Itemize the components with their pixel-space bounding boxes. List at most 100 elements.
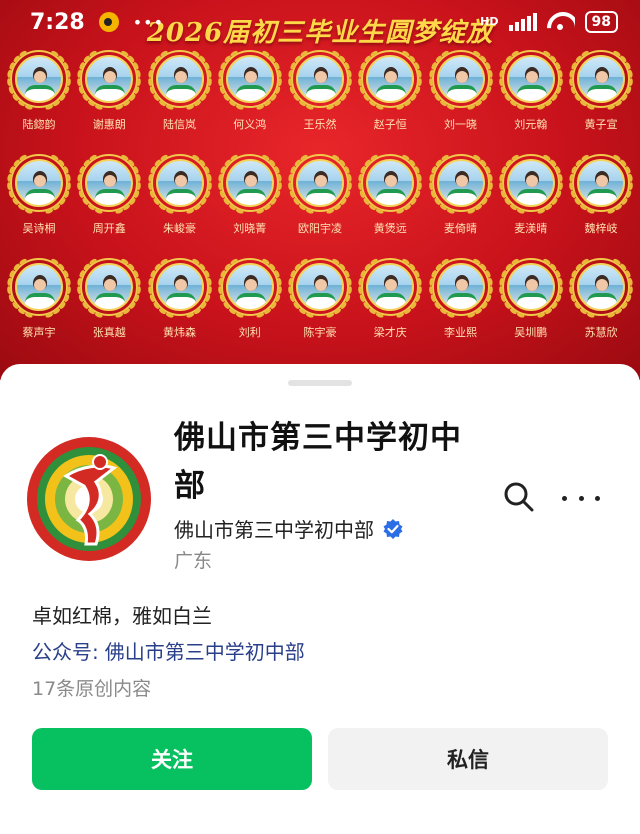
graduate-photo	[225, 263, 274, 311]
region-label: 广东	[174, 550, 213, 572]
graduate-photo	[436, 159, 485, 207]
graduate-photo	[155, 159, 204, 207]
status-bar: 7:28 ••• HD 98	[0, 0, 640, 44]
banner: 2026届初三毕业生圆梦绽放 7:28 ••• HD 98 陆鍃韵 谢惠朗 陆信岚何…	[0, 0, 640, 380]
graduate-name: 梁才庆	[373, 326, 407, 339]
verified-badge-icon	[383, 518, 403, 539]
graduate-photo	[15, 263, 63, 311]
graduate-card: 李业熙	[426, 256, 496, 360]
graduate-photo	[225, 55, 274, 103]
follow-button[interactable]: 关注	[32, 728, 312, 790]
graduate-card: 张真越	[74, 256, 144, 360]
laurel-medal	[76, 152, 142, 218]
graduate-card: 吴圳鹏	[496, 256, 566, 360]
graduate-name: 黄炜森	[163, 326, 196, 339]
account-subtitle-row: 佛山市第三中学初中部	[174, 514, 404, 543]
graduate-name: 李业熙	[444, 326, 477, 339]
graduate-name: 刘晓菁	[233, 222, 267, 235]
graduate-name: 谢惠朗	[92, 118, 126, 131]
graduate-card: 魏梓岐	[566, 152, 636, 256]
graduate-card: 朱峻豪	[145, 152, 215, 256]
graduate-row: 蔡声宇 张真越 黄炜森 刘利 陈宇豪 梁才庆 李业熙 吴圳鹏 苏慧欣	[0, 256, 640, 360]
graduate-photo	[436, 263, 485, 311]
signal-icon	[508, 13, 537, 31]
network-label: HD	[480, 15, 499, 28]
message-button[interactable]: 私信	[328, 728, 608, 790]
graduate-photo	[577, 159, 625, 207]
laurel-medal	[217, 256, 283, 322]
graduate-photo	[296, 159, 344, 207]
graduate-name: 陈宇豪	[303, 326, 337, 339]
laurel-medal	[357, 152, 423, 218]
graduate-name: 刘元翰	[514, 118, 548, 131]
account-name: 佛山市第三中学初中部	[174, 420, 462, 504]
graduate-name: 何义鸿	[233, 118, 267, 131]
search-icon[interactable]	[502, 480, 536, 514]
graduate-card: 王乐然	[285, 48, 355, 152]
graduate-card: 何义鸿	[215, 48, 285, 152]
graduate-photo	[506, 159, 555, 207]
graduate-photo	[577, 55, 625, 103]
notification-app-icon	[98, 12, 119, 32]
laurel-medal	[287, 48, 353, 114]
laurel-medal	[287, 256, 353, 322]
graduate-name: 周开鑫	[92, 222, 126, 235]
graduate-card: 赵子恒	[355, 48, 425, 152]
laurel-medal	[428, 152, 494, 218]
graduate-row: 陆鍃韵 谢惠朗 陆信岚 何义鸿 王乐然 赵子恒 刘一晓 刘元翰 黄子宣	[0, 48, 640, 152]
account-bio: 卓如红棉，雅如白兰	[32, 604, 212, 628]
graduate-photo	[296, 55, 344, 103]
wifi-icon	[547, 12, 575, 32]
graduate-photo	[15, 55, 63, 103]
graduate-name: 朱峻豪	[163, 222, 196, 235]
laurel-medal	[568, 152, 634, 218]
graduate-name: 吴圳鹏	[514, 326, 548, 339]
graduate-photo	[155, 55, 204, 103]
graduate-photo	[366, 55, 415, 103]
graduate-photo	[225, 159, 274, 207]
sheet-handle[interactable]	[288, 380, 352, 386]
graduate-photo	[155, 263, 204, 311]
graduate-photo	[506, 55, 555, 103]
graduate-card: 陆信岚	[145, 48, 215, 152]
status-dots: •••	[132, 12, 165, 32]
laurel-medal	[147, 256, 213, 322]
graduate-card: 麦渼晴	[496, 152, 566, 256]
official-account-link[interactable]: 公众号: 佛山市第三中学初中部	[32, 636, 305, 665]
graduate-name: 麦倚晴	[444, 222, 477, 235]
original-content-count[interactable]: 17条原创内容	[32, 674, 151, 701]
graduate-name: 刘一晓	[444, 118, 477, 131]
more-icon[interactable]	[562, 488, 600, 508]
laurel-medal	[217, 48, 283, 114]
graduate-grid: 陆鍃韵 谢惠朗 陆信岚 何义鸿 王乐然 赵子恒 刘一晓 刘元翰 黄子宣 吴诗桐 周开鑫 朱峻豪 刘晓菁 欧…	[0, 48, 640, 360]
graduate-name: 张真越	[92, 326, 126, 339]
graduate-photo	[85, 159, 134, 207]
laurel-medal	[147, 152, 213, 218]
laurel-medal	[498, 256, 564, 322]
laurel-medal	[568, 48, 634, 114]
laurel-medal	[76, 256, 142, 322]
graduate-photo	[506, 263, 555, 311]
graduate-photo	[15, 159, 63, 207]
graduate-card: 刘晓菁	[215, 152, 285, 256]
laurel-medal	[428, 48, 494, 114]
laurel-medal	[287, 152, 353, 218]
graduate-card: 黄子宣	[566, 48, 636, 152]
graduate-card: 陆鍃韵	[4, 48, 74, 152]
graduate-card: 刘元翰	[496, 48, 566, 152]
graduate-card: 麦倚晴	[426, 152, 496, 256]
graduate-photo	[366, 263, 415, 311]
laurel-medal	[76, 48, 142, 114]
graduate-photo	[296, 263, 344, 311]
graduate-name: 麦渼晴	[514, 222, 548, 235]
graduate-photo	[436, 55, 485, 103]
graduate-name: 王乐然	[303, 118, 337, 131]
graduate-card: 刘一晓	[426, 48, 496, 152]
graduate-name: 魏梓岐	[584, 222, 618, 235]
official-account-value[interactable]: 佛山市第三中学初中部	[105, 636, 305, 665]
graduate-card: 刘利	[215, 256, 285, 360]
graduate-name: 欧阳宇凌	[298, 222, 342, 235]
laurel-medal	[217, 152, 283, 218]
graduate-name: 黄煲远	[373, 222, 407, 235]
school-logo	[27, 437, 151, 561]
